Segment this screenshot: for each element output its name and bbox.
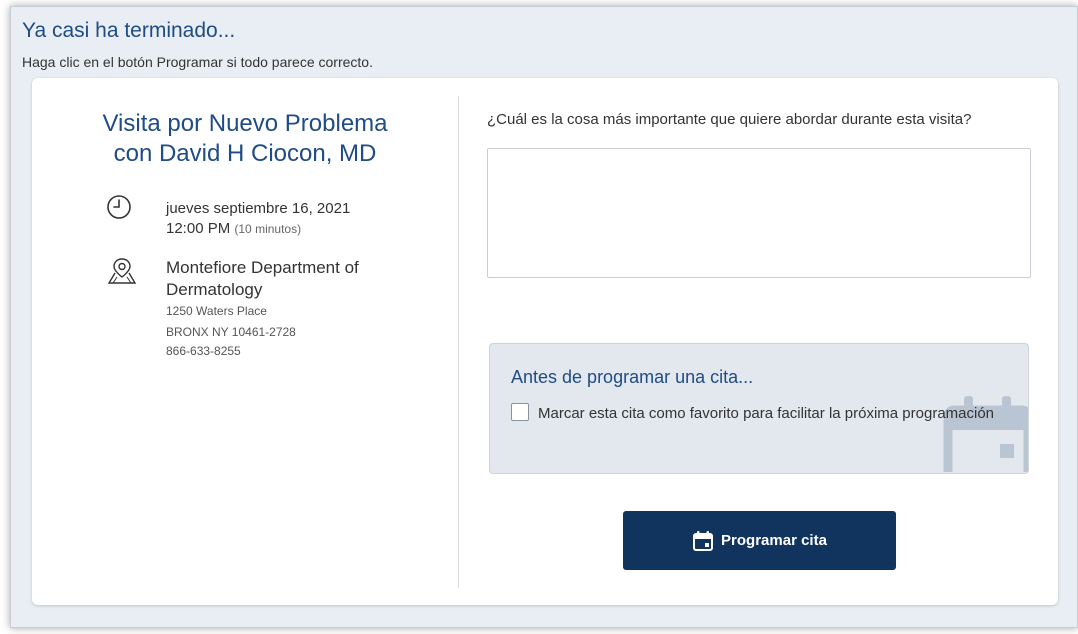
address-line2: BRONX NY 10461-2728: [166, 325, 296, 339]
location-name: Montefiore Department of Dermatology: [166, 258, 359, 299]
visit-duration: (10 minutos): [234, 222, 302, 236]
visit-reason-label: ¿Cuál es la cosa más importante que quie…: [487, 111, 972, 128]
visit-date: jueves septiembre 16, 2021: [166, 200, 351, 217]
visit-title: Visita por Nuevo Problema con David H Ci…: [62, 109, 428, 169]
address-line1: 1250 Waters Place: [166, 304, 267, 318]
visit-title-line1: Visita por Nuevo Problema: [102, 110, 388, 137]
visit-time: 12:00 PM (10 minutos): [166, 220, 301, 237]
location-phone: 866-633-8255: [166, 344, 241, 358]
calendar-icon: [693, 530, 714, 551]
map-pin-icon: [106, 256, 138, 291]
page-subtitle: Haga clic en el botón Programar si todo …: [22, 54, 373, 70]
favorite-panel-title: Antes de programar una cita...: [511, 367, 754, 387]
schedule-appointment-button[interactable]: Programar cita: [623, 511, 896, 570]
clock-icon: [106, 194, 132, 225]
card-divider: [458, 96, 459, 588]
visit-time-value: 12:00 PM: [166, 220, 231, 237]
favorite-checkbox[interactable]: [511, 403, 529, 421]
visit-reason-input[interactable]: [487, 148, 1031, 278]
page-title: Ya casi ha terminado...: [22, 19, 236, 42]
favorite-panel: Antes de programar una cita... Marcar es…: [489, 343, 1029, 474]
favorite-checkbox-label[interactable]: Marcar esta cita como favorito para faci…: [538, 400, 1008, 428]
visit-title-line2: con David H Ciocon, MD: [113, 140, 377, 167]
schedule-button-label[interactable]: Programar cita: [721, 532, 827, 549]
